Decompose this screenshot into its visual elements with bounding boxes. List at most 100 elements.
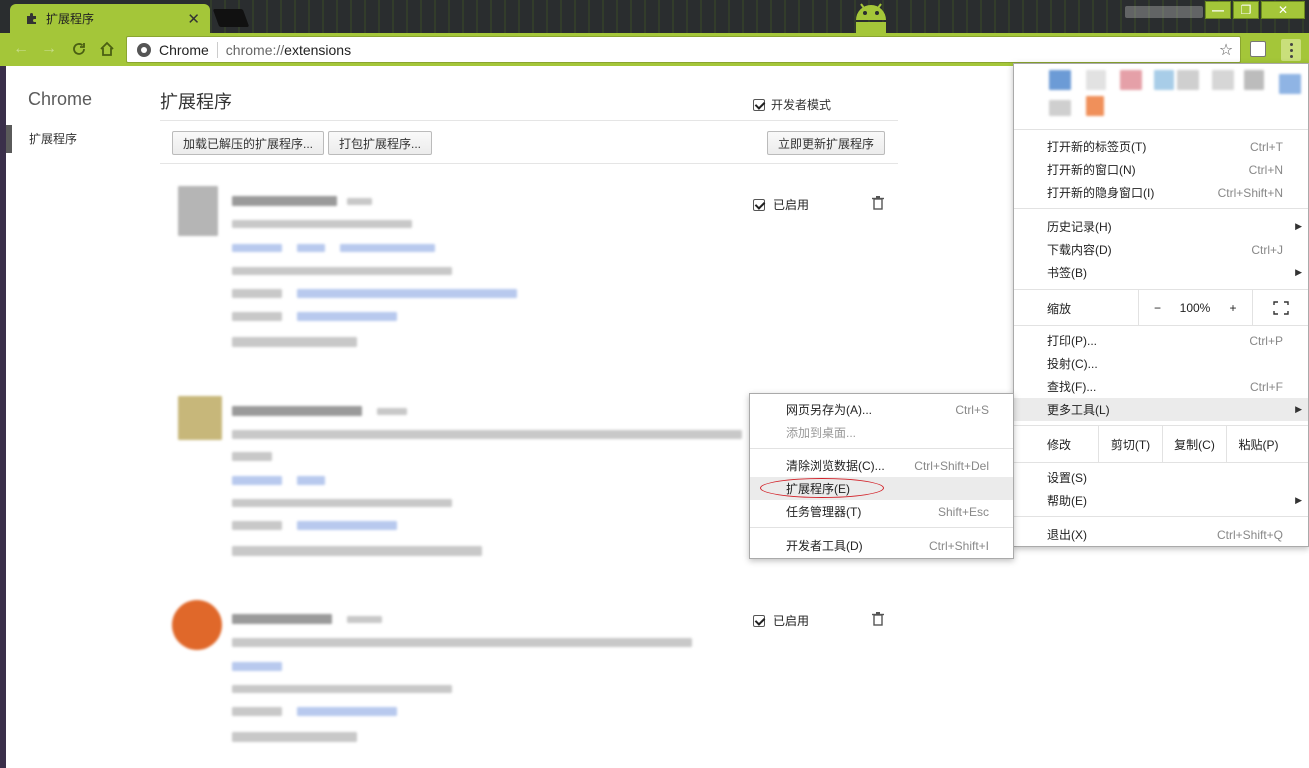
- edit-label: 修改: [1047, 437, 1072, 452]
- new-tab-button[interactable]: [212, 9, 250, 27]
- extension-link[interactable]: [232, 476, 282, 485]
- chrome-menu-button[interactable]: [1281, 39, 1301, 61]
- menu-item-label: 添加到桌面...: [786, 426, 857, 440]
- extension-link[interactable]: [232, 662, 282, 671]
- minimize-button[interactable]: —: [1205, 1, 1231, 19]
- menu-new-window[interactable]: 打开新的窗口(N) Ctrl+N: [1014, 158, 1308, 181]
- developer-mode-toggle[interactable]: 开发者模式: [753, 96, 831, 113]
- extension-version: [347, 616, 382, 623]
- menu-more-tools[interactable]: 更多工具(L) ▶: [1014, 398, 1308, 421]
- menu-exit[interactable]: 退出(X) Ctrl+Shift+Q: [1014, 523, 1308, 546]
- maximize-button[interactable]: ❐: [1233, 1, 1259, 19]
- extension-link[interactable]: [340, 244, 435, 252]
- extension-id: [232, 685, 452, 693]
- menu-shortcut: Ctrl+S: [955, 402, 989, 417]
- submenu-developer-tools[interactable]: 开发者工具(D) Ctrl+Shift+I: [750, 534, 1013, 557]
- extension-field-value[interactable]: [297, 312, 397, 321]
- menu-separator: [1014, 129, 1308, 130]
- submenu-add-to-desktop: 添加到桌面...: [750, 421, 1013, 444]
- load-unpacked-button[interactable]: 加载已解压的扩展程序...: [172, 131, 325, 155]
- cut-button[interactable]: 剪切(T): [1098, 426, 1162, 462]
- menu-shortcut: Ctrl+Shift+N: [1217, 185, 1283, 200]
- menu-item-label: 设置(S): [1047, 471, 1087, 485]
- trash-icon[interactable]: [872, 612, 884, 626]
- menu-find[interactable]: 查找(F)... Ctrl+F: [1014, 375, 1308, 398]
- menu-separator: [1014, 208, 1308, 209]
- forward-arrow-icon[interactable]: →: [38, 39, 60, 59]
- menu-print[interactable]: 打印(P)... Ctrl+P: [1014, 329, 1308, 352]
- extension-link[interactable]: [297, 476, 325, 485]
- menu-item-label: 开发者工具(D): [786, 539, 863, 553]
- extension-name: [232, 406, 362, 416]
- menu-separator: [1014, 462, 1308, 463]
- menu-shortcut: Ctrl+T: [1250, 139, 1283, 154]
- tab-close-icon[interactable]: ✕: [187, 10, 200, 28]
- extension-field-value[interactable]: [297, 521, 397, 530]
- close-button[interactable]: ✕: [1261, 1, 1305, 19]
- menu-extension-icon[interactable]: [1120, 70, 1142, 90]
- reload-icon[interactable]: [68, 39, 90, 59]
- menu-item-label: 打开新的隐身窗口(I): [1047, 186, 1155, 200]
- window-user-label: [1125, 6, 1203, 18]
- enabled-toggle[interactable]: 已启用: [753, 612, 809, 629]
- menu-extension-icon[interactable]: [1212, 70, 1234, 90]
- menu-shortcut: Ctrl+N: [1248, 162, 1283, 177]
- menu-bookmarks[interactable]: 书签(B) ▶: [1014, 261, 1308, 284]
- extension-link[interactable]: [297, 244, 325, 252]
- developer-mode-checkbox[interactable]: [753, 98, 765, 111]
- extension-version: [347, 198, 372, 205]
- enabled-checkbox[interactable]: [753, 198, 765, 211]
- extension-id: [232, 267, 452, 275]
- zoom-out-button[interactable]: −: [1138, 290, 1176, 326]
- divider: [160, 120, 898, 121]
- zoom-in-button[interactable]: +: [1214, 290, 1252, 326]
- menu-extension-icon[interactable]: [1086, 96, 1104, 116]
- back-arrow-icon[interactable]: ←: [10, 39, 32, 59]
- menu-help[interactable]: 帮助(E) ▶: [1014, 489, 1308, 512]
- menu-extension-icon[interactable]: [1086, 70, 1106, 90]
- menu-item-label: 查找(F)...: [1047, 380, 1097, 394]
- bookmark-star-icon[interactable]: ☆: [1212, 40, 1240, 60]
- pack-extension-button[interactable]: 打包扩展程序...: [328, 131, 433, 155]
- menu-cast[interactable]: 投射(C)...: [1014, 352, 1308, 375]
- zoom-value: 100%: [1179, 301, 1211, 315]
- copy-button[interactable]: 复制(C): [1162, 426, 1226, 462]
- menu-extension-icon[interactable]: [1177, 70, 1199, 90]
- submenu-save-page[interactable]: 网页另存为(A)... Ctrl+S: [750, 398, 1013, 421]
- menu-history[interactable]: 历史记录(H) ▶: [1014, 215, 1308, 238]
- menu-extension-icon[interactable]: [1154, 70, 1174, 90]
- sidebar-item-extensions[interactable]: 扩展程序: [6, 125, 136, 153]
- enabled-toggle[interactable]: 已启用: [753, 196, 809, 213]
- menu-new-incognito-window[interactable]: 打开新的隐身窗口(I) Ctrl+Shift+N: [1014, 181, 1308, 204]
- paste-button[interactable]: 粘贴(P): [1226, 426, 1290, 462]
- menu-downloads[interactable]: 下载内容(D) Ctrl+J: [1014, 238, 1308, 261]
- extension-field-value[interactable]: [297, 289, 517, 298]
- submenu-clear-browsing-data[interactable]: 清除浏览数据(C)... Ctrl+Shift+Del: [750, 454, 1013, 477]
- extension-field-value[interactable]: [297, 707, 397, 716]
- update-extensions-button[interactable]: 立即更新扩展程序: [767, 131, 886, 155]
- menu-extension-icon[interactable]: [1049, 70, 1071, 90]
- enabled-checkbox[interactable]: [753, 614, 765, 627]
- address-bar[interactable]: Chrome chrome://extensions ☆: [126, 36, 1241, 63]
- home-icon[interactable]: [96, 39, 118, 59]
- extension-options: [232, 732, 357, 742]
- menu-shortcut: Ctrl+Shift+I: [928, 538, 989, 553]
- fullscreen-icon[interactable]: [1252, 290, 1308, 326]
- tab-extensions[interactable]: 扩展程序 ✕: [10, 4, 210, 33]
- extension-link[interactable]: [232, 244, 282, 252]
- extension-description: [232, 452, 272, 461]
- divider: [160, 163, 898, 164]
- menu-extension-icon[interactable]: [1049, 100, 1071, 116]
- menu-extension-icon[interactable]: [1279, 74, 1301, 94]
- menu-item-label: 清除浏览数据(C)...: [786, 459, 885, 473]
- extension-toolbar-icon[interactable]: [1250, 41, 1266, 57]
- menu-extension-icon[interactable]: [1244, 70, 1264, 90]
- submenu-task-manager[interactable]: 任务管理器(T) Shift+Esc: [750, 500, 1013, 523]
- trash-icon[interactable]: [872, 196, 884, 210]
- menu-item-label: 投射(C)...: [1047, 357, 1098, 371]
- menu-settings[interactable]: 设置(S): [1014, 466, 1308, 489]
- url-text[interactable]: chrome://extensions: [226, 42, 1212, 58]
- url-scheme: chrome://: [225, 41, 285, 58]
- menu-new-tab[interactable]: 打开新的标签页(T) Ctrl+T: [1014, 135, 1308, 158]
- submenu-arrow-icon: ▶: [1295, 221, 1302, 231]
